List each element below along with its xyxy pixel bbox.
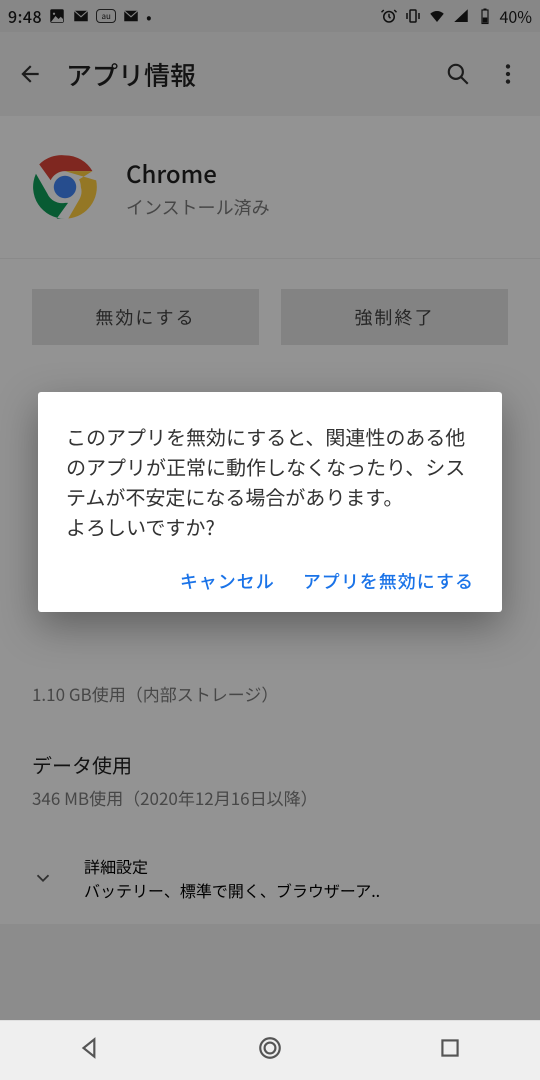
dialog-scrim[interactable]: このアプリを無効にすると、関連性のある他のアプリが正常に動作しなくなったり、シス… xyxy=(0,0,540,1080)
nav-home-button[interactable] xyxy=(257,1035,283,1066)
system-nav-bar xyxy=(0,1020,540,1080)
dialog-cancel-button[interactable]: キャンセル xyxy=(180,568,275,594)
dialog-message: このアプリを無効にすると、関連性のある他のアプリが正常に動作しなくなったり、シス… xyxy=(66,422,474,542)
disable-confirm-dialog: このアプリを無効にすると、関連性のある他のアプリが正常に動作しなくなったり、シス… xyxy=(38,392,502,612)
nav-recent-button[interactable] xyxy=(437,1035,463,1066)
dialog-confirm-button[interactable]: アプリを無効にする xyxy=(303,568,474,594)
nav-back-button[interactable] xyxy=(77,1035,103,1066)
